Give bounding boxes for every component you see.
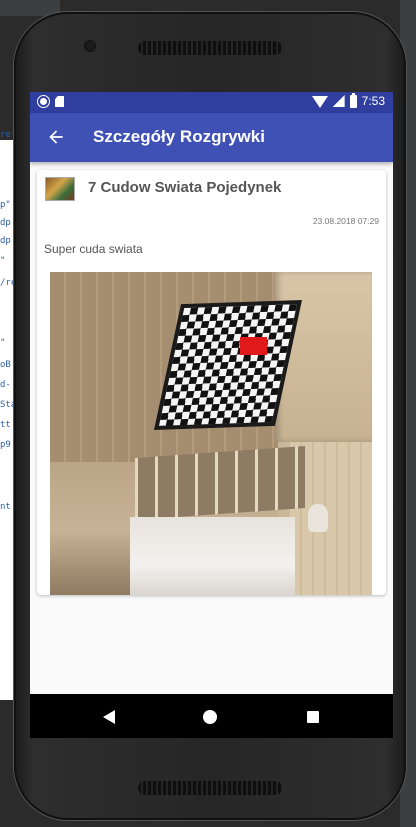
app-bar: Szczegóły Rozgrywki — [30, 113, 393, 162]
wifi-icon — [311, 96, 328, 108]
arrow-back-icon[interactable] — [46, 127, 66, 147]
nav-recents-icon[interactable] — [307, 711, 319, 723]
game-details-card: 7 Cudow Swiata Pojedynek 23.08.2018 07:2… — [37, 170, 386, 595]
red-marker — [240, 337, 267, 355]
phone-screen: 7:53 Szczegóły Rozgrywki 7 Cudow Swiata … — [30, 92, 393, 738]
battery-icon — [349, 92, 357, 108]
ide-code-line: oB — [0, 360, 11, 370]
game-title: 7 Cudow Swiata Pojedynek — [88, 179, 282, 196]
nav-back-icon[interactable] — [103, 710, 115, 724]
bottom-speaker — [138, 781, 282, 795]
page-title: Szczegóły Rozgrywki — [93, 127, 265, 146]
top-speaker — [138, 41, 282, 55]
ide-code-line: d- — [0, 380, 11, 390]
ide-code-line: tt — [0, 420, 11, 430]
ide-code-line: " — [0, 256, 6, 266]
game-box-thumbnail — [45, 177, 75, 201]
ide-code-line: re — [0, 130, 11, 140]
ide-code-line: nt — [0, 502, 11, 512]
sim-card-icon — [55, 96, 64, 107]
status-time: 7:53 — [361, 94, 385, 108]
notification-dot-icon — [37, 95, 50, 108]
navigation-bar — [30, 694, 393, 738]
ide-code-line: p" — [0, 200, 11, 210]
game-date: 23.08.2018 07:29 — [312, 216, 379, 226]
game-photo — [50, 272, 372, 595]
front-camera — [84, 40, 96, 52]
game-description: Super cuda swiata — [44, 242, 143, 256]
signal-icon — [332, 95, 345, 107]
ide-code-line: p9 — [0, 440, 11, 450]
ide-code-line: " — [0, 338, 6, 348]
nav-home-icon[interactable] — [203, 710, 217, 724]
status-bar: 7:53 — [30, 92, 393, 113]
